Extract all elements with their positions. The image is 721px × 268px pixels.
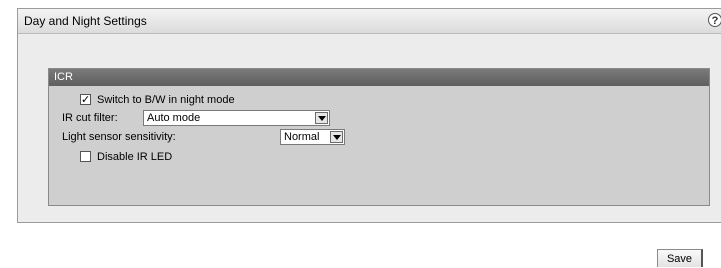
- icr-section: ICR Switch to B/W in night mode IR cut f…: [48, 68, 710, 206]
- ir-led-checkbox[interactable]: [80, 151, 91, 162]
- save-button[interactable]: Save: [657, 249, 703, 267]
- ir-cut-select[interactable]: Auto mode: [143, 110, 330, 126]
- panel-header: Day and Night Settings ?: [18, 9, 721, 34]
- help-icon[interactable]: ?: [708, 13, 721, 27]
- ir-cut-row: IR cut filter:: [62, 109, 118, 127]
- ir-cut-label: IR cut filter:: [62, 112, 118, 124]
- bw-switch-checkbox[interactable]: [80, 91, 91, 109]
- ir-led-row[interactable]: Disable IR LED: [80, 148, 172, 166]
- sensor-row: Light sensor sensitivity:: [62, 128, 176, 146]
- ir-led-label: Disable IR LED: [97, 151, 173, 163]
- sensor-label: Light sensor sensitivity:: [62, 131, 176, 143]
- sensor-value: Normal: [284, 131, 320, 143]
- chevron-down-icon[interactable]: [330, 131, 343, 143]
- ir-cut-value: Auto mode: [147, 112, 201, 124]
- icr-section-header: ICR: [49, 69, 709, 86]
- day-night-settings-panel: Day and Night Settings ? ICR Switch to B…: [17, 8, 721, 223]
- chevron-down-icon[interactable]: [315, 112, 328, 124]
- panel-title: Day and Night Settings: [24, 14, 147, 28]
- sensor-select[interactable]: Normal: [280, 129, 345, 145]
- bw-switch-label: Switch to B/W in night mode: [97, 94, 235, 106]
- bw-switch-row[interactable]: Switch to B/W in night mode: [80, 91, 235, 109]
